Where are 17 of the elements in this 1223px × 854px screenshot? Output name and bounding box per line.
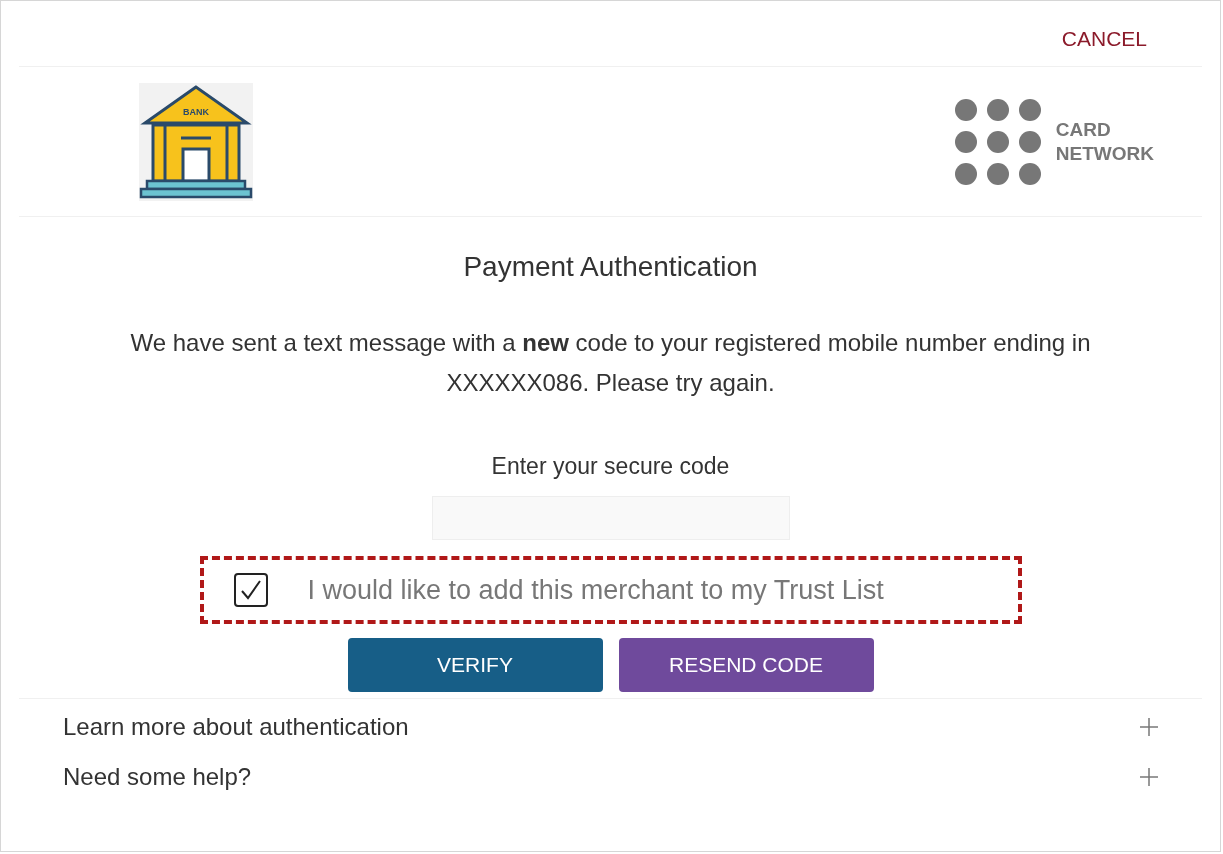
checkbox-label: I would like to add this merchant to my Trust List bbox=[307, 574, 884, 606]
network-logo-text: NETWORK bbox=[1055, 141, 1154, 166]
message-text: We have sent a text message with a new code to your registered mobile number ending in XXXXXX086. Please try again. bbox=[129, 328, 1092, 398]
dot-grid-icon bbox=[953, 97, 1042, 186]
cancel-link[interactable]: CANCEL bbox=[1061, 27, 1147, 66]
bank-logo: BANK bbox=[139, 82, 253, 201]
checkbox[interactable] bbox=[233, 573, 268, 607]
plus-icon[interactable] bbox=[1140, 768, 1158, 786]
resend-button[interactable]: RESEND CODE bbox=[618, 638, 874, 692]
network-logo-text: CARD bbox=[1055, 117, 1112, 142]
verify-button[interactable]: VERIFY bbox=[347, 638, 603, 692]
check-icon bbox=[238, 578, 263, 602]
field-label: Enter your secure code bbox=[491, 453, 730, 480]
section-link[interactable]: Learn more about authentication bbox=[63, 713, 409, 741]
section-link[interactable]: Need some help? bbox=[63, 763, 252, 791]
plus-icon[interactable] bbox=[1140, 718, 1158, 736]
page-title: Payment Authentication bbox=[463, 251, 758, 283]
